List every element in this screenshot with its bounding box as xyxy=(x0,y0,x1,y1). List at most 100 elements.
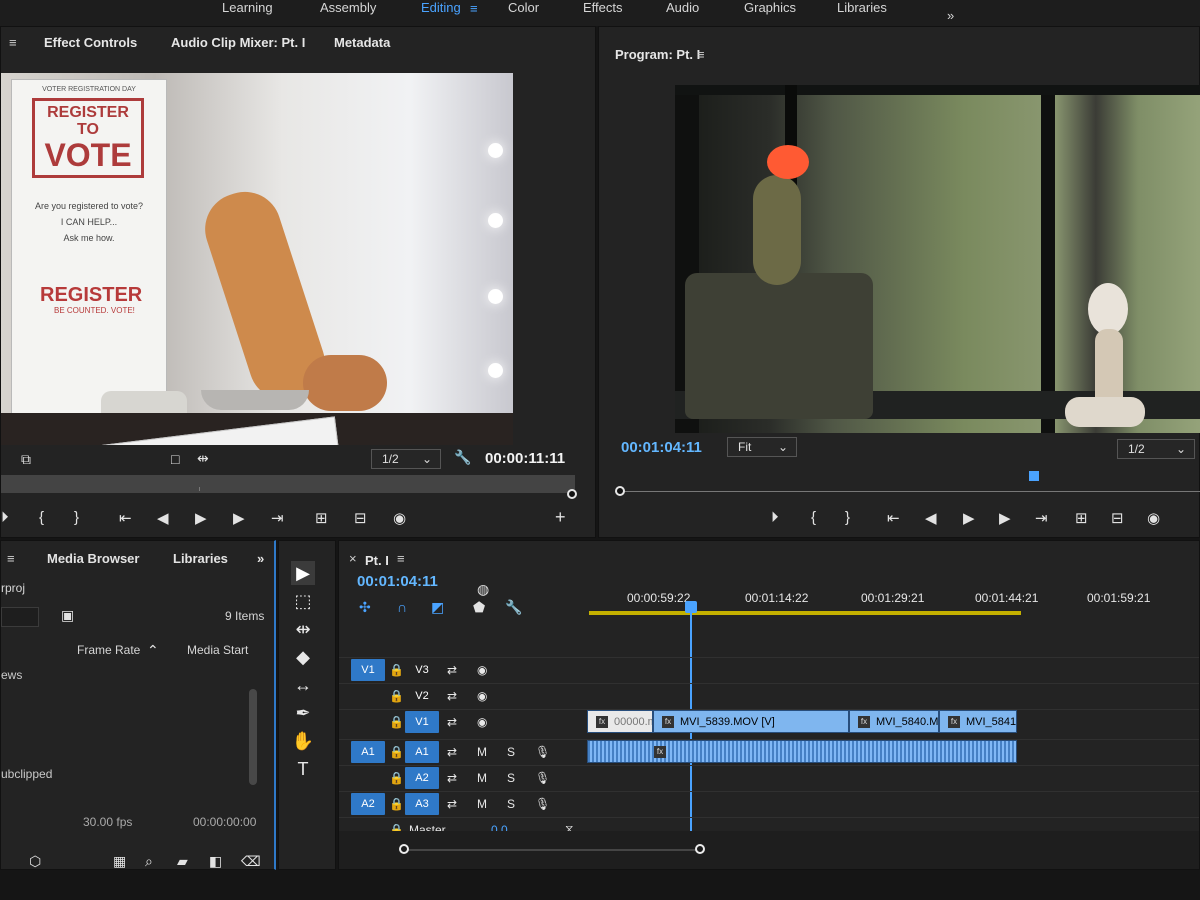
video-clip-mvi-5839[interactable]: fx MVI_5839.MOV [V] xyxy=(653,710,849,733)
solo-button[interactable]: S xyxy=(507,745,515,759)
eye-icon[interactable]: ◉ xyxy=(477,663,487,677)
close-icon[interactable]: × xyxy=(349,551,357,566)
bin-icon[interactable]: ▣ xyxy=(61,607,74,624)
list-item[interactable]: 30.00 fps xyxy=(83,815,132,829)
wrench-icon[interactable]: 🔧 xyxy=(454,449,471,466)
source-timecode[interactable]: 00:00:11:11 xyxy=(485,450,565,467)
sync-lock-icon[interactable]: ⇄ xyxy=(447,771,457,785)
list-item[interactable]: 00:00:00:00 xyxy=(193,815,256,829)
project-scrollbar[interactable] xyxy=(249,689,257,785)
safe-margins-icon[interactable]: □ xyxy=(171,451,179,467)
go-to-out-icon[interactable]: ⇥ xyxy=(1035,509,1048,527)
program-playhead[interactable] xyxy=(615,486,625,496)
camera-icon[interactable]: ◉ xyxy=(1147,509,1160,527)
tab-libraries[interactable]: Libraries xyxy=(173,551,228,566)
sync-lock-icon[interactable]: ⇄ xyxy=(447,689,457,703)
marker-icon[interactable]: ⬟ xyxy=(473,599,485,616)
microphone-icon[interactable]: 🎙 xyxy=(535,797,550,811)
new-item-icon[interactable]: ◧ xyxy=(209,853,222,870)
timeline-scroll-start-handle[interactable] xyxy=(399,844,409,854)
new-bin-icon[interactable]: ⬡ xyxy=(29,853,41,870)
audio-clip-a1[interactable]: fx xyxy=(587,740,1017,763)
source-patch-a1[interactable]: A1 xyxy=(351,741,385,763)
trash-icon[interactable]: ⌫ xyxy=(241,853,261,870)
linked-selection-icon[interactable]: ∩ xyxy=(397,599,407,615)
source-scrubber[interactable] xyxy=(1,475,577,499)
workspace-learning[interactable]: Learning xyxy=(222,0,273,15)
track-select-tool-icon[interactable]: ⬚ xyxy=(291,589,315,613)
audio-waveform-icon[interactable]: ⇹ xyxy=(197,450,209,467)
play-icon[interactable]: ▶ xyxy=(963,509,975,527)
lock-icon[interactable]: 🔒 xyxy=(389,689,404,703)
lock-icon[interactable]: 🔒 xyxy=(389,745,404,759)
project-menu-icon[interactable]: ≡ xyxy=(7,551,15,566)
panel-overflow-icon[interactable]: » xyxy=(257,551,264,566)
snap-icon[interactable]: ✣ xyxy=(359,599,371,616)
eye-icon[interactable]: ◉ xyxy=(477,689,487,703)
overwrite-icon[interactable]: ⊟ xyxy=(354,509,367,527)
tab-metadata[interactable]: Metadata xyxy=(334,35,390,50)
step-forward-icon[interactable]: ▶ xyxy=(233,509,245,527)
go-to-in-icon[interactable]: ⇤ xyxy=(119,509,132,527)
type-tool-icon[interactable]: T xyxy=(291,757,315,781)
go-to-out-icon[interactable]: ⇥ xyxy=(271,509,284,527)
sync-lock-icon[interactable]: ⇄ xyxy=(447,797,457,811)
timeline-menu-icon[interactable]: ≡ xyxy=(397,551,405,566)
workspace-graphics[interactable]: Graphics xyxy=(744,0,796,15)
add-marker-icon[interactable]: ◩ xyxy=(431,599,444,616)
slip-tool-icon[interactable]: ↔ xyxy=(291,673,315,697)
lock-icon[interactable]: 🔒 xyxy=(389,715,404,729)
play-icon[interactable]: ▶ xyxy=(195,509,207,527)
search-icon[interactable]: ⌕ xyxy=(145,853,153,870)
sync-lock-icon[interactable]: ⇄ xyxy=(447,663,457,677)
ripple-edit-tool-icon[interactable]: ⇹ xyxy=(291,617,315,641)
microphone-icon[interactable]: 🎙 xyxy=(535,771,550,785)
program-fit-select[interactable]: Fit ⌄ xyxy=(727,437,797,457)
mute-button[interactable]: M xyxy=(477,797,487,811)
folder-icon[interactable]: ▰ xyxy=(177,853,188,870)
lock-icon[interactable]: 🔒 xyxy=(389,797,404,811)
step-forward-icon[interactable]: ▶ xyxy=(999,509,1011,527)
marker-icon[interactable]: ⏵ xyxy=(771,509,779,526)
razor-tool-icon[interactable]: ◆ xyxy=(291,645,315,669)
tab-media-browser[interactable]: Media Browser xyxy=(47,551,139,566)
solo-button[interactable]: S xyxy=(507,771,515,785)
mark-in-icon[interactable]: { xyxy=(811,509,816,526)
lock-icon[interactable]: 🔒 xyxy=(389,663,404,677)
sort-ascending-icon[interactable]: ⌃ xyxy=(147,642,159,659)
step-back-icon[interactable]: ◀ xyxy=(157,509,169,527)
mark-in-icon[interactable]: { xyxy=(39,509,44,526)
source-scrub-track[interactable] xyxy=(1,475,575,493)
project-search-input[interactable] xyxy=(1,607,39,627)
export-frame-icon[interactable]: ⧉ xyxy=(21,451,31,468)
program-panel-title[interactable]: Program: Pt. I xyxy=(615,47,700,62)
lift-icon[interactable]: ⊞ xyxy=(1075,509,1088,527)
track-target-a3[interactable]: A3 xyxy=(405,793,439,815)
timeline-scroll-track[interactable] xyxy=(405,849,701,851)
mark-out-icon[interactable]: } xyxy=(845,509,850,526)
list-item[interactable]: ubclipped xyxy=(1,767,52,781)
workspace-more-icon[interactable]: » xyxy=(947,8,954,23)
column-media-start[interactable]: Media Start xyxy=(187,643,248,657)
selection-tool-icon[interactable]: ▶ xyxy=(291,561,315,585)
tab-audio-clip-mixer[interactable]: Audio Clip Mixer: Pt. I xyxy=(171,35,305,50)
program-resolution-select[interactable]: 1/2 ⌄ xyxy=(1117,439,1195,459)
solo-button[interactable]: S xyxy=(507,797,515,811)
source-playhead[interactable] xyxy=(567,489,577,499)
panel-menu-icon[interactable]: ≡ xyxy=(9,35,17,50)
workspace-libraries[interactable]: Libraries xyxy=(837,0,887,15)
insert-icon[interactable]: ⊞ xyxy=(315,509,328,527)
timeline-tab[interactable]: Pt. I xyxy=(365,553,389,568)
go-to-in-icon[interactable]: ⇤ xyxy=(887,509,900,527)
program-position-marker[interactable] xyxy=(1029,471,1039,481)
sync-lock-icon[interactable]: ⇄ xyxy=(447,715,457,729)
source-resolution-select[interactable]: 1/2 ⌄ xyxy=(371,449,441,469)
marker-icon[interactable]: ⏵ xyxy=(1,509,9,526)
tab-effect-controls[interactable]: Effect Controls xyxy=(44,35,137,50)
sync-lock-icon[interactable]: ⇄ xyxy=(447,745,457,759)
program-scrubber[interactable] xyxy=(615,469,1200,496)
workspace-color[interactable]: Color xyxy=(508,0,539,15)
hand-tool-icon[interactable]: ✋ xyxy=(291,729,315,753)
eye-icon[interactable]: ◉ xyxy=(477,715,487,729)
source-patch-a2[interactable]: A2 xyxy=(351,793,385,815)
